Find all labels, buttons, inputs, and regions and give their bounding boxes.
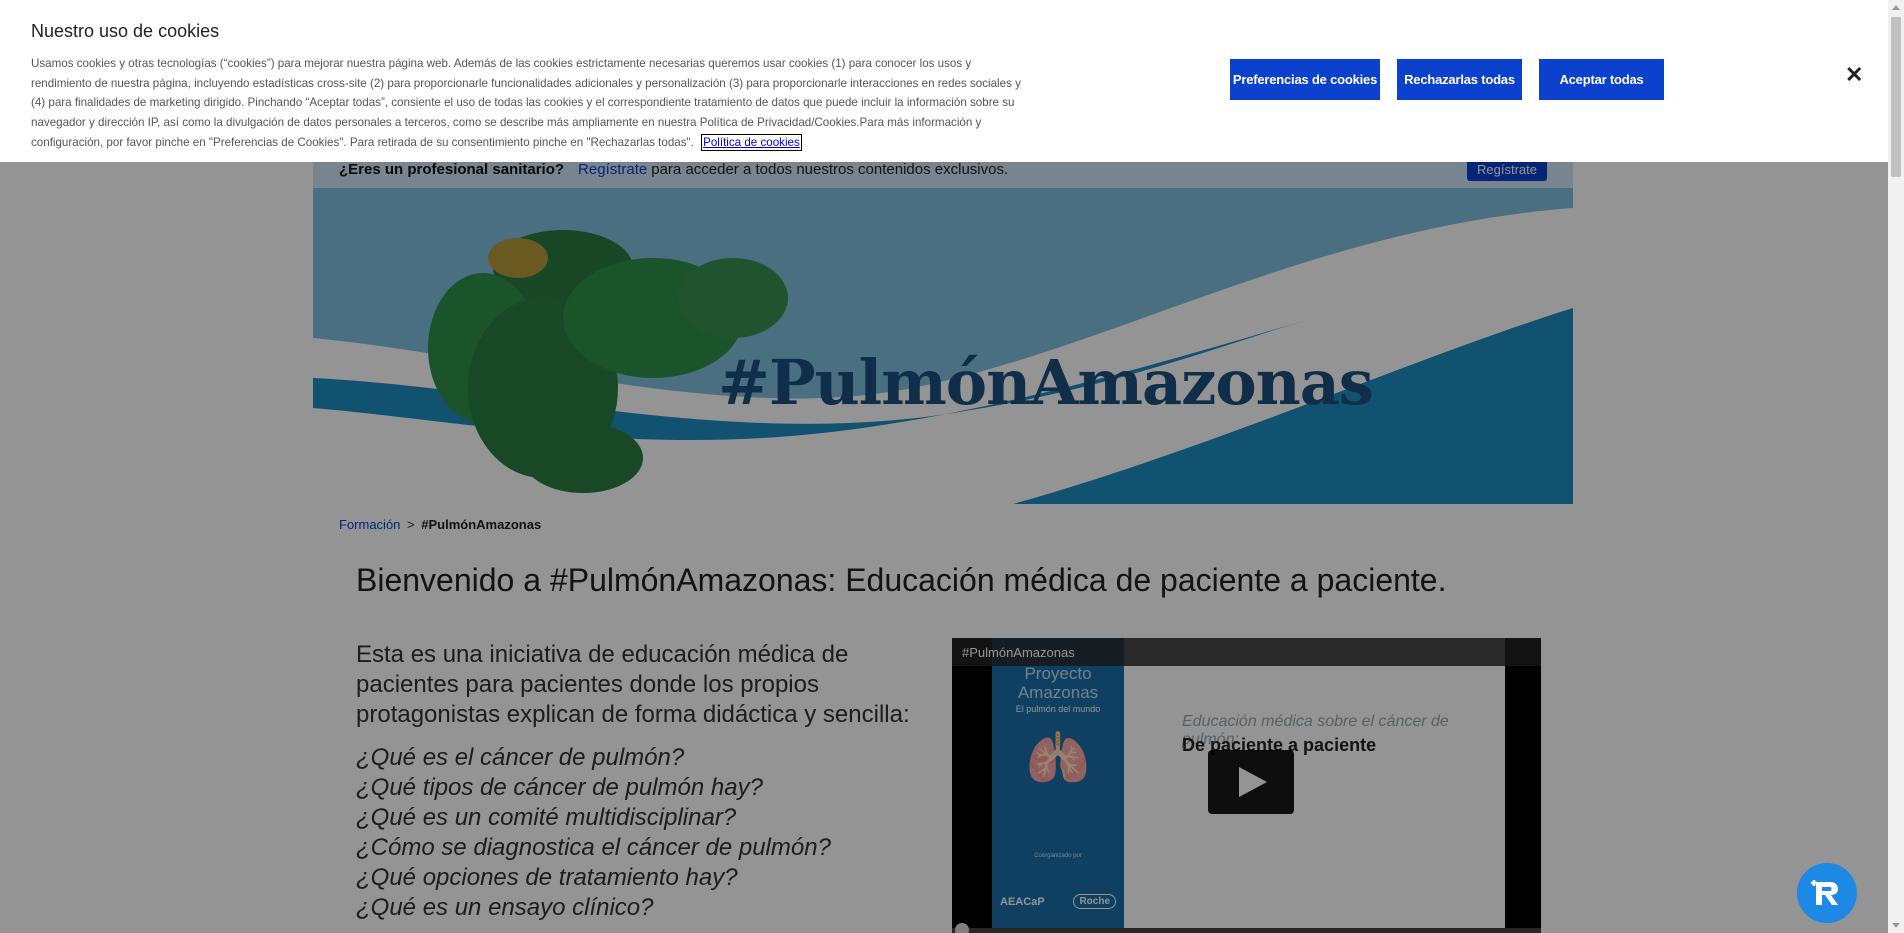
scrollbar-thumb[interactable] (1891, 17, 1901, 177)
cookie-banner: Nuestro uso de cookies Usamos cookies y … (0, 0, 1888, 162)
chat-assistant-glyph (1811, 880, 1838, 905)
scroll-down-arrow-icon[interactable] (1892, 923, 1900, 928)
vertical-scrollbar[interactable] (1888, 0, 1904, 933)
accept-all-button[interactable]: Aceptar todas (1539, 59, 1664, 100)
cookie-description: Usamos cookies y otras tecnologías (“coo… (31, 57, 1021, 149)
chat-assistant-icon[interactable] (1797, 863, 1857, 923)
scroll-up-arrow-icon[interactable] (1892, 5, 1900, 10)
close-icon[interactable]: ✕ (1845, 64, 1863, 86)
reject-all-button[interactable]: Rechazarlas todas (1397, 59, 1522, 100)
cookie-preferences-button[interactable]: Preferencias de cookies (1230, 59, 1380, 100)
cookie-policy-link[interactable]: Política de cookies (701, 133, 802, 151)
cookie-banner-text: Usamos cookies y otras tecnologías (“coo… (31, 54, 1021, 153)
cookie-banner-title: Nuestro uso de cookies (31, 21, 220, 41)
